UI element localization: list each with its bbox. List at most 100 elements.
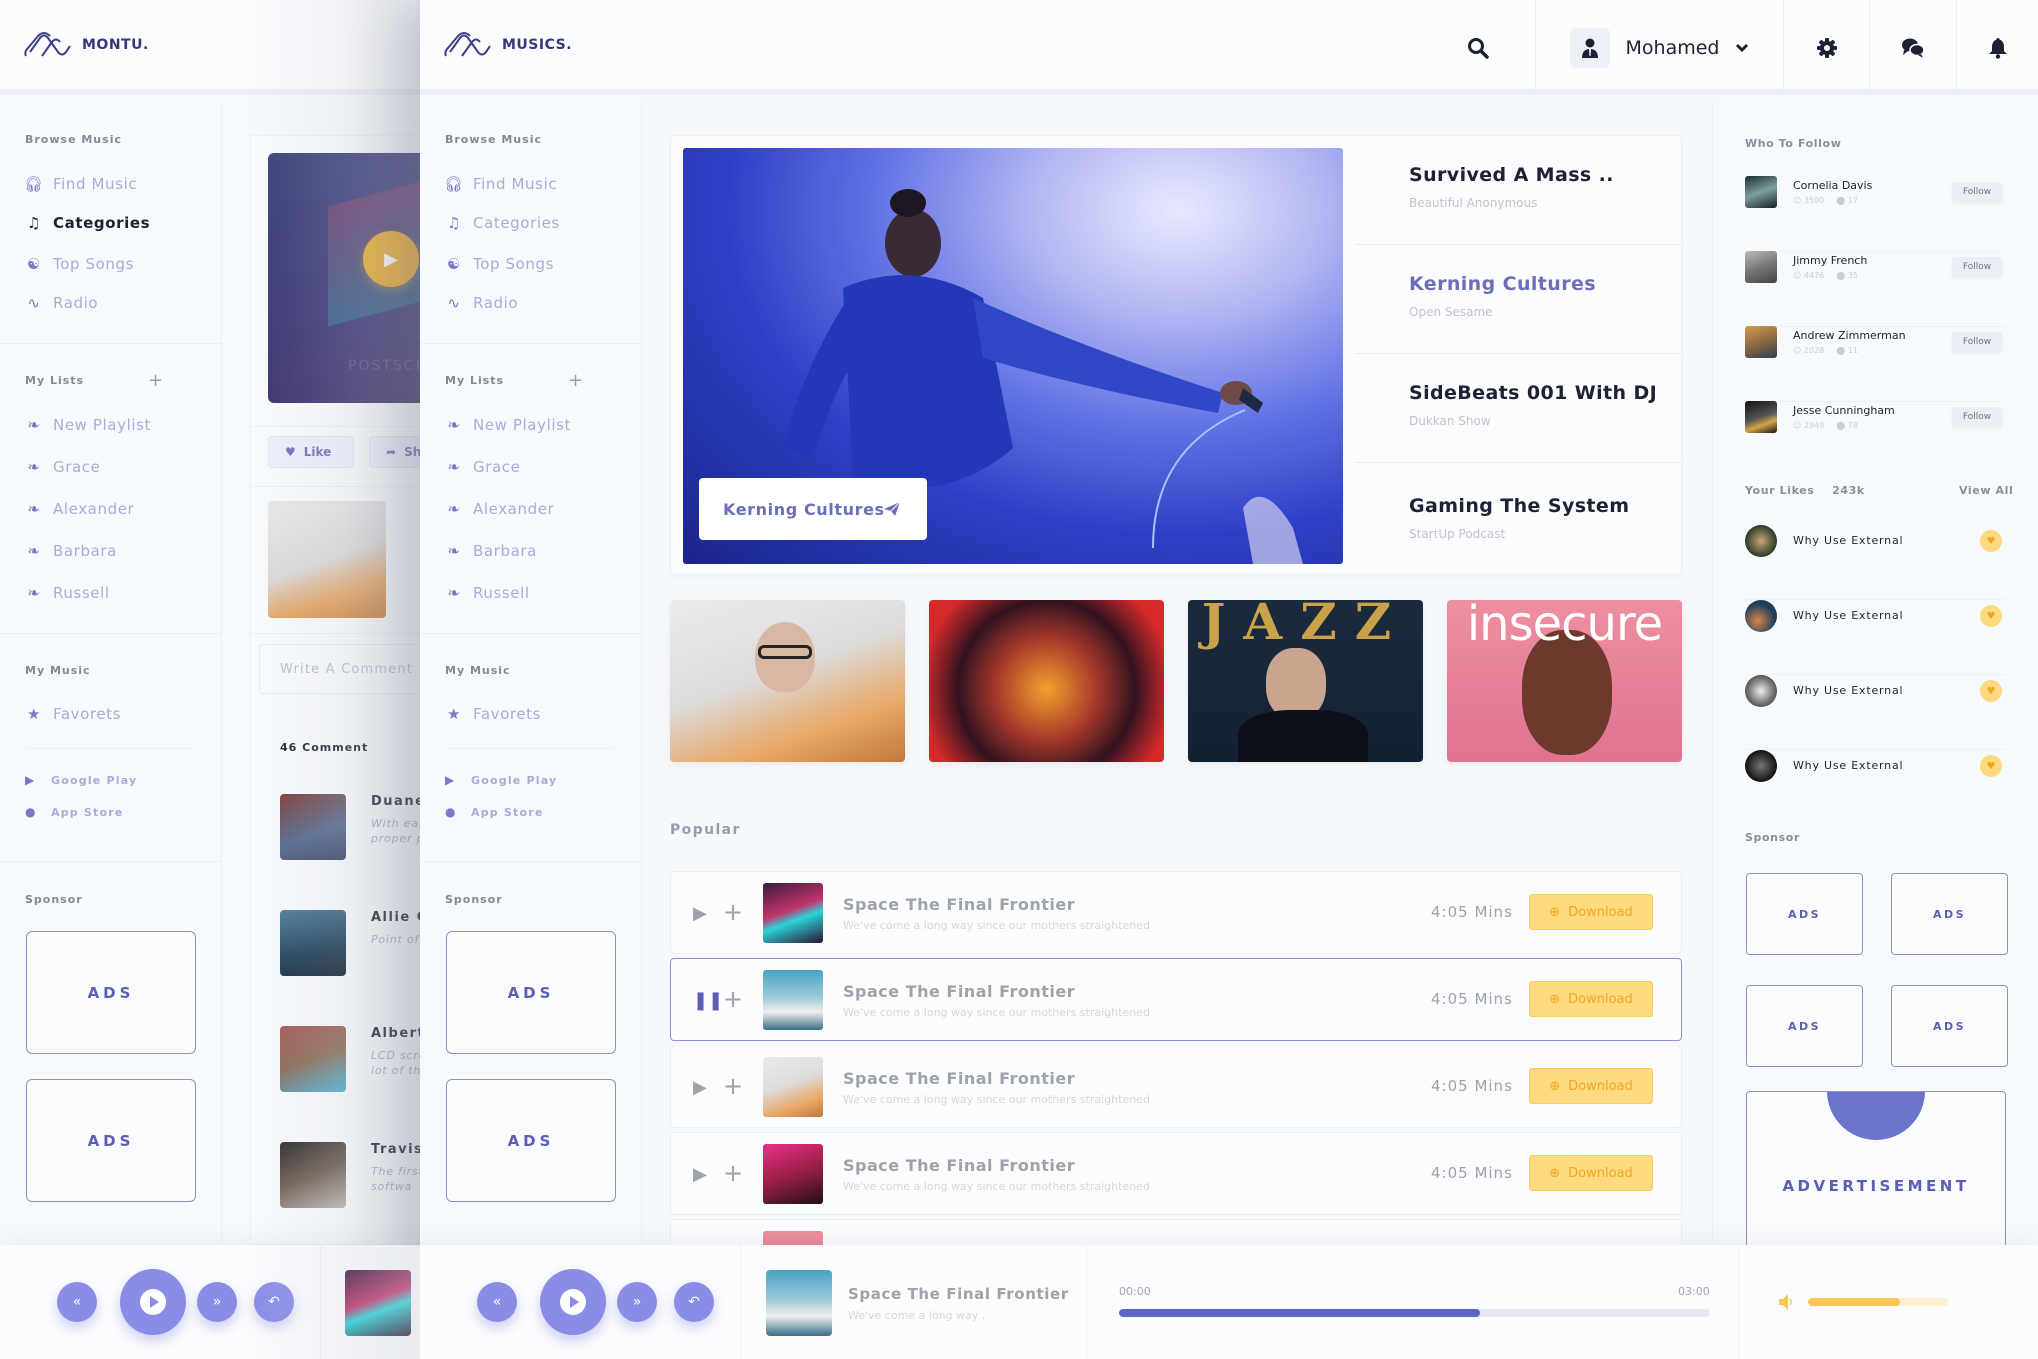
follow-name[interactable]: Jesse Cunningham [1793,404,1895,417]
volume-slider[interactable] [1808,1298,1948,1306]
track-row[interactable]: ▶ + Space The Final Frontier We've come … [670,1132,1682,1215]
heart-button[interactable]: ♥ [1980,605,2002,627]
list-item[interactable]: ❧ Barbara [445,542,537,560]
user-menu[interactable]: Mohamed [1535,0,1783,95]
track-row[interactable]: ▶ + Space The Final Frontier We've come … [670,1045,1682,1128]
podcast-item-active[interactable]: Kerning Cultures Open Sesame [1355,245,1682,354]
back-list-item[interactable]: ❧ New Playlist [25,416,151,434]
add-to-playlist-button[interactable]: + [723,1072,743,1100]
ad-slot[interactable]: ADS [1891,873,2008,955]
follow-name[interactable]: Andrew Zimmerman [1793,329,1906,342]
follow-button[interactable]: Follow [1952,407,2002,427]
album-card-jazz[interactable]: JAZZ [1188,600,1423,762]
musics-logo[interactable]: MUSICS. [444,30,572,60]
track-row[interactable]: ▶ + Space The Final Frontier We've come … [670,871,1682,954]
app-store-link[interactable]: ● App Store [25,805,124,819]
hero-image[interactable]: Kerning Cultures [683,148,1343,564]
back-nav-categories[interactable]: ♫ Categories [25,214,150,232]
nav-radio[interactable]: ∿ Radio [445,294,518,312]
play-icon[interactable]: ▶ [693,1164,707,1185]
album-card-insecure[interactable]: insecure [1447,600,1682,762]
follow-avatar[interactable] [1745,176,1777,208]
back-nav-radio[interactable]: ∿ Radio [25,294,98,312]
nav-favorites[interactable]: ★ Favorets [445,705,541,723]
nav-categories[interactable]: ♫ Categories [445,214,560,232]
liked-item[interactable]: Why Use External ♥ [1745,525,2005,600]
back-nav-favorites[interactable]: ★ Favorets [25,705,121,723]
montu-logo[interactable]: MONTU. [24,30,149,60]
podcast-item[interactable]: SideBeats 001 With DJ Dukkan Show [1355,354,1682,463]
add-to-playlist-button[interactable]: + [723,985,743,1013]
album-card-afro[interactable] [929,600,1164,762]
notifications-button[interactable] [1956,0,2038,95]
download-button[interactable]: ⊕ Download [1529,981,1653,1017]
add-to-playlist-button[interactable]: + [723,898,743,926]
back-list-item[interactable]: ❧ Barbara [25,542,117,560]
messages-button[interactable] [1869,0,1956,95]
follow-avatar[interactable] [1745,251,1777,283]
list-item[interactable]: ❧ Grace [445,458,520,476]
play-icon[interactable]: ▶ [693,1077,707,1098]
pause-icon[interactable]: ❚❚ [693,990,723,1011]
heart-button[interactable]: ♥ [1980,755,2002,777]
download-button[interactable]: ⊕ Download [1529,894,1653,930]
album-card-portrait[interactable] [670,600,905,762]
ad-slot[interactable]: ADS [446,931,616,1054]
track-row-active[interactable]: ❚❚ + Space The Final Frontier We've come… [670,958,1682,1041]
ad-slot[interactable]: ADS [1746,985,1863,1067]
ad-slot[interactable]: ADS [1891,985,2008,1067]
follow-avatar[interactable] [1745,401,1777,433]
liked-item[interactable]: Why Use External ♥ [1745,750,2005,825]
ad-slot[interactable]: ADS [26,1079,196,1202]
view-all-link[interactable]: View All [1959,484,2013,497]
back-list-item[interactable]: ❧ Russell [25,584,110,602]
list-item[interactable]: ❧ New Playlist [445,416,571,434]
podcast-item[interactable]: Gaming The System StartUp Podcast [1355,463,1682,572]
post-play-button[interactable]: ▶ [363,231,419,287]
follow-button[interactable]: Follow [1952,257,2002,277]
follow-name[interactable]: Cornelia Davis [1793,179,1872,192]
add-list-button[interactable]: + [568,370,583,391]
hero-tag-button[interactable]: Kerning Cultures [699,478,927,540]
back-forward-button[interactable]: » [197,1282,237,1322]
follow-button[interactable]: Follow [1952,182,2002,202]
back-nav-find-music[interactable]: 🎧︎ Find Music [24,175,137,193]
settings-button[interactable] [1783,0,1869,95]
list-item[interactable]: ❧ Alexander [445,500,554,518]
ad-slot[interactable]: ADS [26,931,196,1054]
app-store-link[interactable]: ● App Store [445,805,544,819]
nav-top-songs[interactable]: ☯ Top Songs [445,255,554,273]
download-button[interactable]: ⊕ Download [1529,1155,1653,1191]
follow-button[interactable]: Follow [1952,332,2002,352]
search-button[interactable] [1420,0,1535,95]
play-icon[interactable]: ▶ [693,903,707,924]
add-list-button[interactable]: + [148,370,163,391]
back-list-item[interactable]: ❧ Grace [25,458,100,476]
heart-button[interactable]: ♥ [1980,530,2002,552]
progress-slider[interactable] [1119,1309,1710,1317]
back-play-button[interactable] [120,1269,186,1335]
rewind-button[interactable]: « [477,1282,517,1322]
back-rewind-button[interactable]: « [57,1282,97,1322]
fast-forward-button[interactable]: » [617,1282,657,1322]
back-repeat-button[interactable]: ↶ [254,1282,294,1322]
liked-item[interactable]: Why Use External ♥ [1745,675,2005,750]
liked-item[interactable]: Why Use External ♥ [1745,600,2005,675]
advertisement-banner[interactable]: ADVERTISEMENT [1746,1091,2006,1251]
back-list-item[interactable]: ❧ Alexander [25,500,134,518]
list-item[interactable]: ❧ Russell [445,584,530,602]
heart-button[interactable]: ♥ [1980,680,2002,702]
follow-avatar[interactable] [1745,326,1777,358]
play-button[interactable] [540,1269,606,1335]
like-button[interactable]: ♥ Like [268,436,354,468]
ad-slot[interactable]: ADS [446,1079,616,1202]
ad-slot[interactable]: ADS [1746,873,1863,955]
podcast-item[interactable]: Survived A Mass .. Beautiful Anonymous [1355,136,1682,245]
follow-name[interactable]: Jimmy French [1793,254,1867,267]
repeat-button[interactable]: ↶ [674,1282,714,1322]
nav-find-music[interactable]: 🎧︎ Find Music [444,175,557,193]
download-button[interactable]: ⊕ Download [1529,1068,1653,1104]
back-nav-top-songs[interactable]: ☯ Top Songs [25,255,134,273]
google-play-link[interactable]: ▶ Google Play [25,773,137,787]
google-play-link[interactable]: ▶ Google Play [445,773,557,787]
